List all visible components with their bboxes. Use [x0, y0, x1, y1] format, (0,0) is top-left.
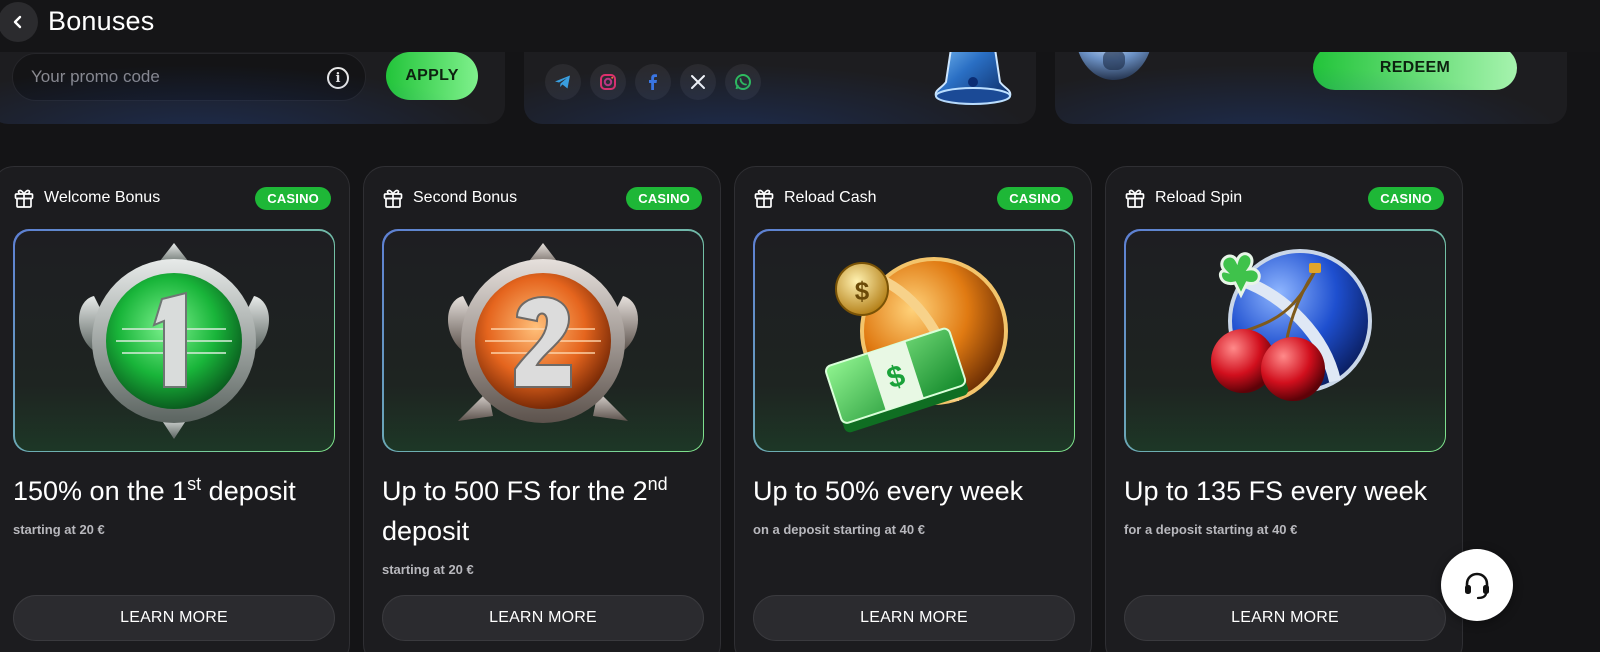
casino-badge: CASINO — [255, 186, 331, 210]
gift-icon — [383, 189, 403, 208]
x-icon[interactable] — [680, 64, 716, 100]
card-subtitle: starting at 20 € — [382, 562, 474, 577]
casino-badge: CASINO — [1368, 186, 1444, 210]
page-header: Bonuses — [0, 0, 1600, 52]
bonus-card-reload-cash: Reload Cash CASINO $ $ Up to 50% every w… — [734, 166, 1092, 652]
card-title: Second Bonus — [413, 189, 518, 206]
learn-more-button[interactable]: LEARN MORE — [753, 595, 1075, 641]
social-links — [545, 64, 761, 100]
card-header: Reload Spin CASINO — [1124, 183, 1444, 213]
gift-icon — [14, 189, 34, 208]
card-title: Reload Cash — [784, 189, 877, 206]
card-title: Welcome Bonus — [44, 189, 161, 206]
bonus-card-welcome: Welcome Bonus CASINO 150% on the 1st dep… — [0, 166, 350, 652]
card-header: Second Bonus CASINO — [382, 183, 702, 213]
medal-2-icon — [448, 242, 638, 423]
promo-code-input[interactable] — [31, 67, 311, 87]
gift-icon — [754, 189, 774, 208]
svg-text:$: $ — [855, 276, 870, 306]
card-image — [1124, 229, 1446, 452]
support-chat-button[interactable] — [1441, 549, 1513, 621]
card-image — [382, 229, 704, 452]
bonus-card-second: Second Bonus CASINO Up to 500 FS for the… — [363, 166, 721, 652]
chevron-left-icon — [13, 15, 22, 29]
card-headline: Up to 135 FS every week — [1124, 476, 1428, 506]
instagram-icon[interactable] — [590, 64, 626, 100]
card-headline: Up to 500 FS for the 2nd deposit — [382, 474, 668, 546]
card-subtitle: on a deposit starting at 40 € — [753, 522, 925, 537]
casino-badge: CASINO — [626, 186, 702, 210]
card-title: Reload Spin — [1155, 189, 1243, 206]
info-icon[interactable]: i — [327, 67, 349, 89]
card-headline: Up to 50% every week — [753, 476, 1024, 506]
back-button[interactable] — [0, 2, 38, 42]
card-header: Welcome Bonus CASINO — [13, 183, 331, 213]
gift-icon — [1125, 189, 1145, 208]
page-title: Bonuses — [48, 6, 155, 36]
headset-icon — [1465, 572, 1489, 600]
redeem-button[interactable]: REDEEM — [1313, 46, 1517, 90]
card-headline: 150% on the 1st deposit — [13, 474, 296, 506]
learn-more-button[interactable]: LEARN MORE — [1124, 595, 1446, 641]
whatsapp-icon[interactable] — [725, 64, 761, 100]
card-subtitle: for a deposit starting at 40 € — [1124, 522, 1298, 537]
casino-badge: CASINO — [997, 186, 1073, 210]
facebook-icon[interactable] — [635, 64, 671, 100]
promo-input-wrapper: i — [12, 53, 366, 101]
card-image: $ $ — [753, 229, 1075, 452]
telegram-icon[interactable] — [545, 64, 581, 100]
learn-more-button[interactable]: LEARN MORE — [13, 595, 335, 641]
card-subtitle: starting at 20 € — [13, 522, 105, 537]
medal-1-icon — [79, 242, 269, 439]
apply-button[interactable]: APPLY — [386, 52, 478, 100]
card-image — [13, 229, 335, 452]
card-header: Reload Cash CASINO — [753, 183, 1073, 213]
learn-more-button[interactable]: LEARN MORE — [382, 595, 704, 641]
cherry-ball-icon — [1211, 248, 1372, 401]
cash-ball-icon: $ $ — [825, 256, 1008, 432]
bonus-card-reload-spin: Reload Spin CASINO Up to 135 FS every we… — [1105, 166, 1463, 652]
